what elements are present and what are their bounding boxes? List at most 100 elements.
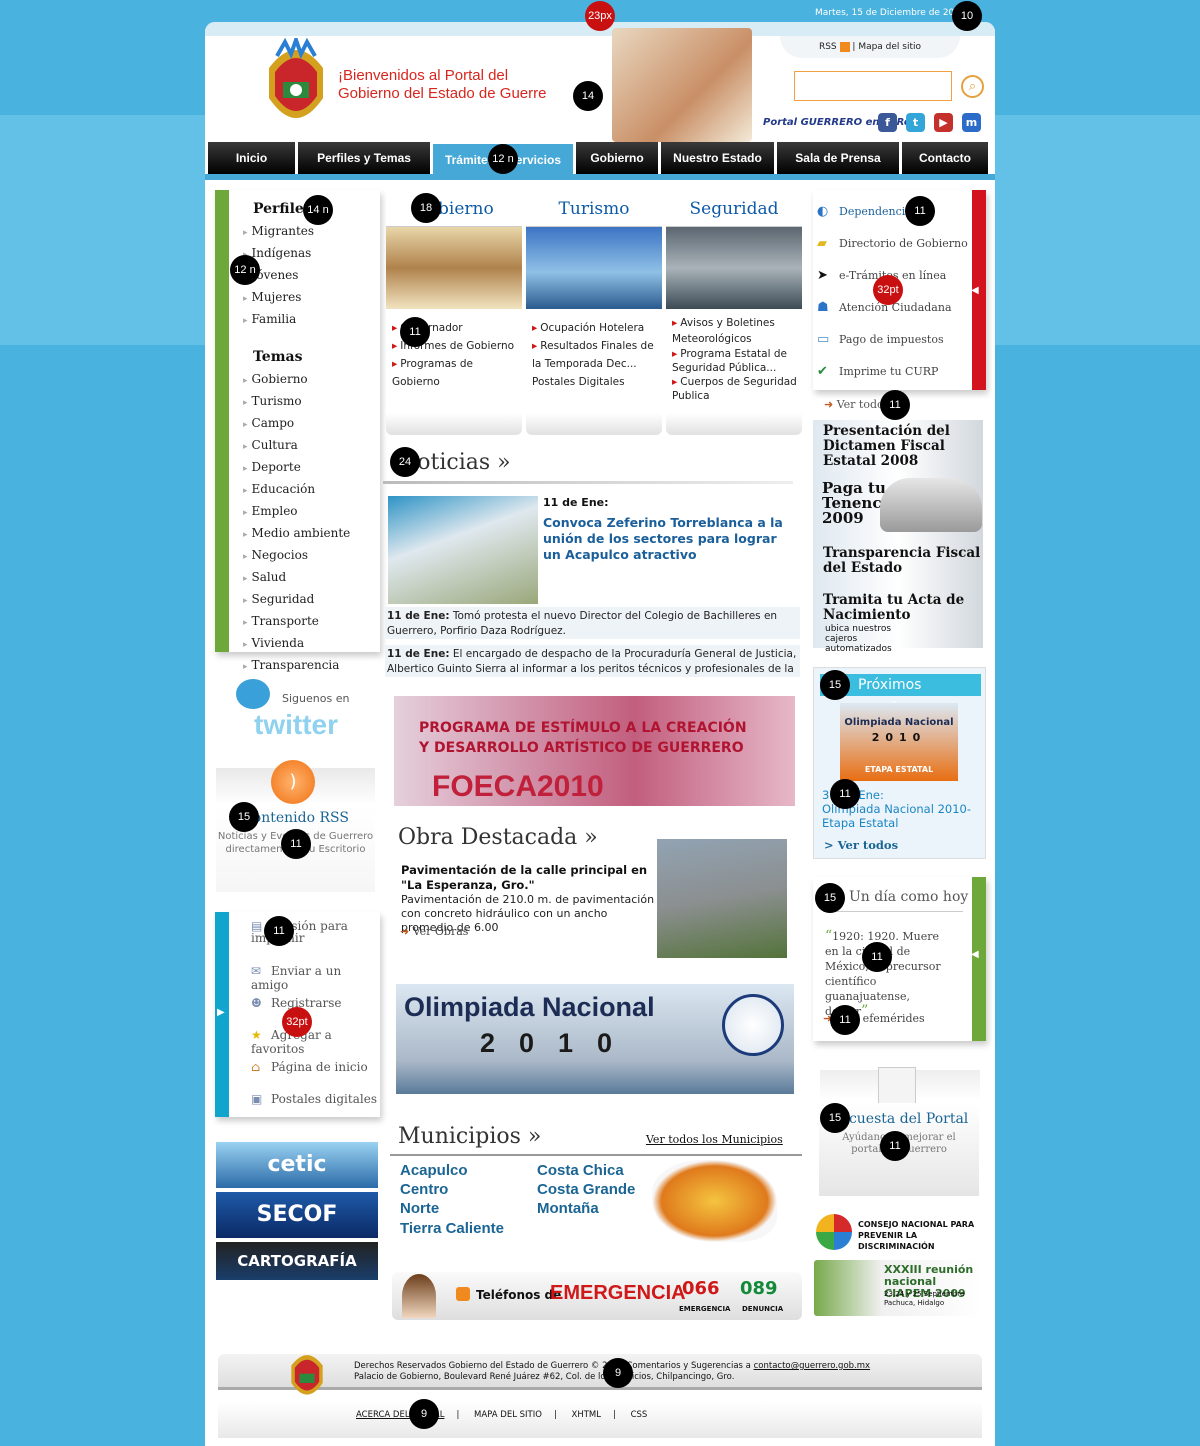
footer-link-mapa[interactable]: MAPA DEL SITIO	[474, 1410, 542, 1420]
perfil-item[interactable]: Jóvenes	[252, 265, 380, 287]
tab-turismo[interactable]: Turismo	[526, 195, 662, 227]
governor-photo[interactable]	[386, 227, 522, 309]
tema-item[interactable]: Empleo	[252, 501, 380, 523]
copyright-text: Derechos Reservados Gobierno del Estado …	[354, 1361, 751, 1371]
tema-item[interactable]: Transporte	[252, 611, 380, 633]
service-link[interactable]: Imprime tu CURP	[839, 365, 938, 378]
welcome-line-1: ¡Bienvenidos al Portal del	[338, 67, 509, 84]
tab-gobierno[interactable]: Gobierno	[386, 195, 522, 227]
tema-item[interactable]: Gobierno	[252, 369, 380, 391]
promo-transparencia[interactable]: Transparencia Fiscal del Estado	[813, 546, 983, 576]
nav-gobierno[interactable]: Gobierno	[576, 142, 658, 174]
service-link[interactable]: Pago de impuestos	[839, 333, 944, 346]
twitter-follow-banner[interactable]: Siguenos en twitter	[230, 675, 375, 750]
youtube-icon[interactable]: ▶	[934, 113, 953, 132]
annotation-marker: 32pt	[873, 275, 903, 305]
tab-seguridad[interactable]: Seguridad	[666, 195, 802, 227]
tema-item[interactable]: Deporte	[252, 457, 380, 479]
header-people-photo	[612, 28, 752, 142]
tool-send-friend[interactable]: ✉ Enviar a un amigo	[251, 964, 380, 992]
promo-acta[interactable]: Tramita tu Acta de Nacimiento	[813, 593, 983, 623]
municipio-link[interactable]: Tierra Caliente	[400, 1220, 504, 1237]
municipio-link[interactable]: Montaña	[537, 1200, 599, 1217]
tema-item[interactable]: Salud	[252, 567, 380, 589]
news-headline[interactable]: Convoca Zeferino Torreblanca a la unión …	[543, 515, 798, 563]
police-photo[interactable]	[666, 227, 802, 309]
tool-homepage[interactable]: ⌂ Página de inicio	[251, 1060, 368, 1074]
facebook-icon[interactable]: f	[878, 113, 897, 132]
contact-email-link[interactable]: contacto@guerrero.gob.mx	[754, 1361, 870, 1371]
rss-link[interactable]: RSS	[819, 42, 837, 52]
tema-item[interactable]: Negocios	[252, 545, 380, 567]
nav-nuestro-estado[interactable]: Nuestro Estado	[661, 142, 774, 174]
collapse-arrow-icon[interactable]: ◀	[971, 285, 979, 296]
eventos-ver-todos[interactable]: > Ver todos	[824, 838, 898, 852]
news-photo[interactable]	[388, 496, 538, 604]
news-item[interactable]: 11 de Ene: Tomó protesta el nuevo Direct…	[385, 607, 800, 639]
municipio-link[interactable]: Acapulco	[400, 1162, 468, 1179]
featured-link[interactable]: ▸ Cuerpos de Seguridad Publica	[672, 375, 798, 403]
tema-item[interactable]: Turismo	[252, 391, 380, 413]
cruise-photo[interactable]	[526, 227, 662, 309]
footer-link-css[interactable]: CSS	[631, 1410, 648, 1420]
obra-photo[interactable]	[657, 839, 787, 958]
olimpiada-thumbnail[interactable]: Olimpiada Nacional 2010 ETAPA ESTATAL	[840, 703, 958, 781]
municipio-link[interactable]: Costa Chica	[537, 1162, 624, 1179]
nav-contacto[interactable]: Contacto	[902, 142, 988, 174]
expand-arrow-icon[interactable]: ▶	[217, 1007, 225, 1018]
municipios-heading[interactable]: Municipios »	[398, 1124, 541, 1149]
nav-inicio[interactable]: Inicio	[208, 142, 295, 174]
cartografia-banner[interactable]: CARTOGRAFÍA DIGITAL 3D	[216, 1242, 378, 1308]
cetic-banner[interactable]: cetic	[216, 1142, 378, 1188]
obra-heading[interactable]: Obra Destacada »	[398, 825, 598, 850]
foeca-banner[interactable]: PROGRAMA DE ESTÍMULO A LA CREACIÓN Y DES…	[394, 696, 795, 806]
featured-link[interactable]: ▸ Programas de Gobierno	[392, 355, 518, 391]
perfil-item[interactable]: Familia	[252, 309, 380, 331]
conapred-banner[interactable]: CONSEJO NACIONAL PARA PREVENIR LA DISCRI…	[814, 1212, 984, 1258]
search-button[interactable]: ⌕	[961, 75, 984, 98]
featured-link[interactable]: ▸ Programa Estatal de Seguridad Pública..…	[672, 347, 798, 375]
service-link[interactable]: Directorio de Gobierno	[839, 237, 968, 250]
ver-todos-municipios-link[interactable]: Ver todos los Municipios	[646, 1133, 783, 1146]
twitter-icon[interactable]: t	[906, 113, 925, 132]
ciapem-sub: 23,24 y 25 Septiembre Pachuca, Hidalgo	[884, 1290, 965, 1307]
guerrero-coat-of-arms-logo[interactable]	[265, 38, 327, 134]
collapse-arrow-icon[interactable]: ◀	[971, 949, 979, 960]
tool-favorites[interactable]: ★Agregar a favoritos	[251, 1028, 380, 1056]
emergency-number-label: EMERGENCIA	[679, 1305, 731, 1313]
tema-item[interactable]: Educación	[252, 479, 380, 501]
tema-item[interactable]: Cultura	[252, 435, 380, 457]
obra-headline[interactable]: Pavimentación de la calle principal en "…	[401, 863, 651, 893]
sitemap-link[interactable]: Mapa del sitio	[858, 42, 921, 52]
featured-link[interactable]: ▸ Ocupación Hotelera	[532, 319, 658, 337]
footer-link-xhtml[interactable]: XHTML	[572, 1410, 601, 1420]
nav-perfiles-temas[interactable]: Perfiles y Temas	[298, 142, 430, 174]
secof-banner[interactable]: SECOF	[216, 1192, 378, 1238]
promo-dictamen[interactable]: Presentación del Dictamen Fiscal Estatal…	[813, 424, 983, 469]
guerrero-map[interactable]	[652, 1160, 777, 1242]
tool-postcards[interactable]: ▣ Postales digitales	[251, 1092, 377, 1106]
ciapem-banner[interactable]: XXXIII reunión nacional CIAPEM 2009 23,2…	[814, 1260, 982, 1316]
municipio-link[interactable]: Norte	[400, 1200, 439, 1217]
featured-link[interactable]: ▸ Resultados Finales de la Temporada Dec.…	[532, 337, 658, 373]
perfil-item[interactable]: Mujeres	[252, 287, 380, 309]
tema-item[interactable]: Vivienda	[252, 633, 380, 655]
myspace-icon[interactable]: m	[962, 113, 981, 132]
municipio-link[interactable]: Costa Grande	[537, 1181, 635, 1198]
emergencia-banner[interactable]: Teléfonos de EMERGENCIA 066 EMERGENCIA 0…	[392, 1272, 802, 1320]
nav-sala-prensa[interactable]: Sala de Prensa	[777, 142, 899, 174]
news-item[interactable]: 11 de Ene: El encargado de despacho de l…	[385, 645, 800, 677]
tema-item[interactable]: Campo	[252, 413, 380, 435]
tema-item[interactable]: Transparencia	[252, 655, 380, 677]
search-input[interactable]	[794, 71, 952, 101]
tema-item[interactable]: Medio ambiente	[252, 523, 380, 545]
annotation-marker: 32pt	[282, 1007, 312, 1037]
tema-item[interactable]: Seguridad	[252, 589, 380, 611]
featured-link[interactable]: Postales Digitales	[532, 373, 658, 391]
featured-link[interactable]: ▸ Avisos y Boletines Meteorológicos	[672, 315, 798, 347]
date-text: Martes, 15 de Diciembre de 200	[815, 8, 960, 18]
featured-footer	[386, 413, 522, 435]
perfil-item[interactable]: Indígenas	[252, 243, 380, 265]
ver-obras-link[interactable]: ➜ Ver Obras	[400, 925, 468, 938]
municipio-link[interactable]: Centro	[400, 1181, 448, 1198]
